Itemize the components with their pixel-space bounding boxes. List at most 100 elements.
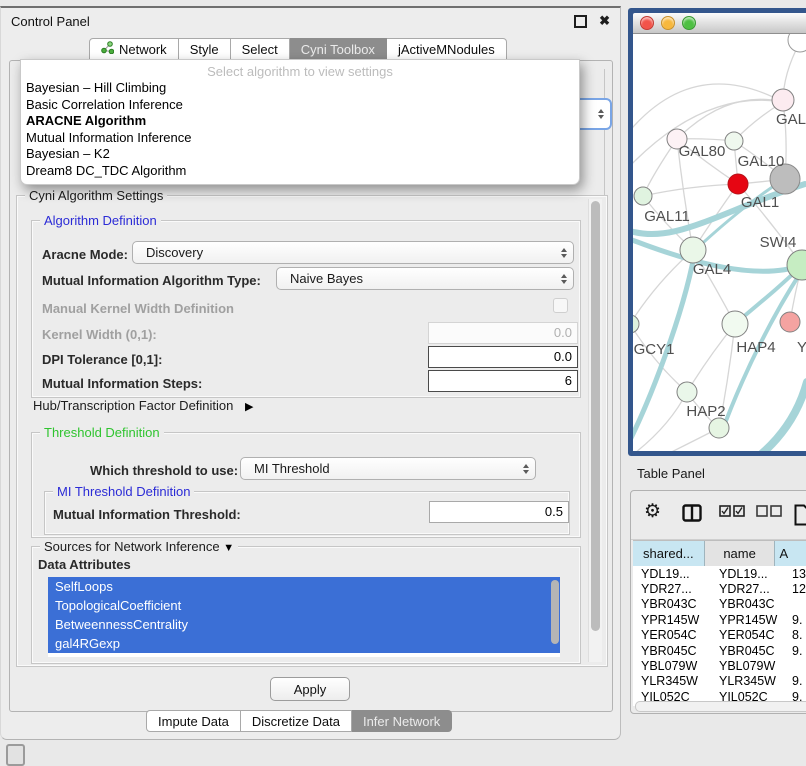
tab-discretize-data[interactable]: Discretize Data <box>241 710 352 732</box>
node-hap2[interactable] <box>677 382 697 402</box>
node-salmon[interactable] <box>780 312 800 332</box>
node-bottom[interactable] <box>709 418 729 438</box>
tab-label: Style <box>190 39 219 60</box>
attribute-item-gal4rgexp[interactable]: gal4RGexp <box>48 634 560 653</box>
table-cell: 8. <box>788 628 806 642</box>
tab-select[interactable]: Select <box>231 38 290 61</box>
column-header-name[interactable]: name <box>705 541 776 566</box>
hub-definition-toggle[interactable]: Hub/Transcription Factor Definition ▶ <box>33 398 253 413</box>
dropdown-item-mutual-information-inference[interactable]: Mutual Information Inference <box>21 130 579 147</box>
apply-button[interactable]: Apply <box>270 677 350 701</box>
control-panel-body: Select algorithm to view settings Bayesi… <box>9 60 613 712</box>
network-edge[interactable] <box>633 84 783 134</box>
dropdown-item-bayesian-hill-climbing[interactable]: Bayesian – Hill Climbing <box>21 80 579 97</box>
chevron-updown-icon <box>598 109 604 119</box>
attribute-item-selfloops[interactable]: SelfLoops <box>48 577 560 596</box>
control-panel-window: Control Panel ✖ Network Style SelectCyni T… <box>0 6 621 740</box>
dropdown-item-aracne-algorithm[interactable]: ARACNE Algorithm <box>21 113 579 130</box>
node-gal11[interactable] <box>634 187 652 205</box>
chevron-updown-icon <box>523 464 529 474</box>
tab-impute-data[interactable]: Impute Data <box>146 710 241 732</box>
table-row[interactable]: YDR27...YDR27...12 <box>633 581 806 596</box>
node-label-gcy1: GCY1 <box>634 341 675 358</box>
table-row[interactable]: YBR045CYBR045C9. <box>633 643 806 658</box>
node-gal10[interactable] <box>725 132 743 150</box>
dpi-tolerance-field[interactable]: 0.0 <box>428 346 578 368</box>
mi-threshold-field[interactable]: 0.5 <box>429 501 569 523</box>
dropdown-item-basic-correlation-inference[interactable]: Basic Correlation Inference <box>21 97 579 114</box>
tab-cyni-toolbox[interactable]: Cyni Toolbox <box>290 38 387 61</box>
tab-network[interactable]: Network <box>89 38 179 61</box>
table-cell: YBR043C <box>711 597 788 611</box>
bottom-tabs: Impute DataDiscretize DataInfer Network <box>146 710 452 732</box>
kernel-width-label: Kernel Width (0,1): <box>42 327 157 342</box>
sources-title-label: Sources for Network Inference <box>44 539 220 554</box>
kernel-width-field[interactable]: 0.0 <box>428 322 578 344</box>
checkbox-unchecked-pair-icon[interactable] <box>756 504 782 522</box>
table-cell: 9. <box>788 613 806 627</box>
table-horizontal-scrollbar[interactable] <box>635 701 806 712</box>
column-header-a[interactable]: A <box>775 541 806 566</box>
node-top-arc[interactable] <box>788 34 806 52</box>
network-edge[interactable] <box>633 324 687 392</box>
aracne-mode-select[interactable]: Discovery <box>132 241 574 264</box>
attributes-scrollbar-thumb[interactable] <box>551 580 559 644</box>
tab-jactivemnodules[interactable]: jActiveMNodules <box>387 38 507 61</box>
settings-scrollbar-thumb[interactable] <box>591 201 600 631</box>
table-row[interactable]: YLR345WYLR345W9. <box>633 674 806 689</box>
tab-infer-network[interactable]: Infer Network <box>352 710 452 732</box>
dropdown-item-bayesian-k2[interactable]: Bayesian – K2 <box>21 146 579 163</box>
network-canvas[interactable]: GALGAL80GAL10GAL1GAL11SWI4GAL4GCY1HAP4YH… <box>633 34 806 451</box>
column-header-shared[interactable]: shared... <box>633 541 705 566</box>
table-cell: YLR345W <box>711 674 788 688</box>
float-window-icon[interactable] <box>574 15 587 28</box>
node-hap4[interactable] <box>722 311 748 337</box>
table-rows: YDL19...YDL19...13YDR27...YDR27...12YBR0… <box>633 566 806 706</box>
table-row[interactable]: YBL079WYBL079W <box>633 658 806 673</box>
node-gal-top[interactable] <box>772 89 794 111</box>
traffic-light-close-icon[interactable] <box>640 16 654 30</box>
sources-group: Sources for Network Inference ▼ Data Att… <box>31 546 581 664</box>
settings-scrollbar[interactable] <box>588 199 602 662</box>
node-gal1[interactable] <box>728 174 748 194</box>
control-panel-titlebar: Control Panel ✖ <box>1 8 620 34</box>
table-row[interactable]: YER054CYER054C8. <box>633 628 806 643</box>
network-edge[interactable] <box>643 184 738 196</box>
traffic-light-minimize-icon[interactable] <box>661 16 675 30</box>
table-cell: YDR27... <box>711 582 788 596</box>
attribute-item-betweennesscentrality[interactable]: BetweennessCentrality <box>48 615 560 634</box>
checkbox-checked-pair-icon[interactable] <box>719 504 745 522</box>
which-threshold-select[interactable]: MI Threshold <box>240 457 536 480</box>
new-file-icon[interactable] <box>794 504 806 531</box>
settings-group-title: Cyni Algorithm Settings <box>25 188 167 203</box>
node-gcy1[interactable] <box>633 315 639 333</box>
chevron-updown-icon <box>561 248 567 258</box>
mi-type-select[interactable]: Naive Bayes <box>276 267 574 290</box>
table-row[interactable]: YBR043CYBR043C <box>633 597 806 612</box>
minimized-panel-icon[interactable] <box>6 744 25 766</box>
table-row[interactable]: YPR145WYPR145W9. <box>633 612 806 627</box>
traffic-light-zoom-icon[interactable] <box>682 16 696 30</box>
table-header-row: shared...nameA <box>633 540 806 566</box>
gear-icon[interactable]: ⚙ <box>644 500 661 523</box>
attribute-item-topologicalcoefficient[interactable]: TopologicalCoefficient <box>48 596 560 615</box>
mi-threshold-title: MI Threshold Definition <box>53 484 194 499</box>
node-label-y: Y <box>797 339 806 356</box>
sources-title[interactable]: Sources for Network Inference ▼ <box>40 539 238 554</box>
mi-steps-field[interactable]: 6 <box>428 370 578 392</box>
control-panel-tabs: Network Style SelectCyni ToolboxjActiveMNo… <box>89 38 507 61</box>
table-cell: YLR345W <box>633 674 711 688</box>
network-edge[interactable] <box>633 250 693 324</box>
table-cell: YBR043C <box>633 597 711 611</box>
cyni-algorithm-settings-group: Cyni Algorithm Settings Algorithm Defini… <box>16 195 608 667</box>
manual-kernel-checkbox[interactable] <box>553 298 568 313</box>
node-gal4[interactable] <box>680 237 706 263</box>
dropdown-item-dream8-dc-tdc-algorithm[interactable]: Dream8 DC_TDC Algorithm <box>21 163 579 180</box>
table-cell: 9. <box>788 674 806 688</box>
split-columns-icon[interactable] <box>682 504 702 527</box>
close-icon[interactable]: ✖ <box>599 15 610 27</box>
network-edge[interactable] <box>633 428 719 451</box>
table-row[interactable]: YDL19...YDL19...13 <box>633 566 806 581</box>
tab-style[interactable]: Style <box>179 38 231 61</box>
table-panel-window: ⚙ shared...nameA YDL19...YDL19...13YDR27… <box>630 490 806 714</box>
